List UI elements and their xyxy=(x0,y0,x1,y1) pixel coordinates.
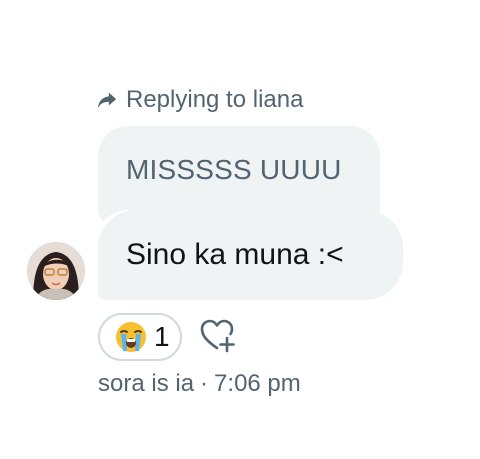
reply-arrow-icon xyxy=(96,89,118,111)
loudly-crying-face-icon xyxy=(114,320,148,354)
reaction-pill[interactable]: 1 xyxy=(98,313,182,361)
quoted-message-text: MISSSSS UUUU xyxy=(126,154,342,185)
reaction-count: 1 xyxy=(154,321,170,352)
reply-context[interactable]: Replying to liana xyxy=(96,84,303,116)
avatar[interactable] xyxy=(27,242,85,300)
heart-plus-icon xyxy=(199,317,237,358)
add-reaction-button[interactable] xyxy=(198,318,238,356)
message-timestamp: 7:06 pm xyxy=(214,370,301,397)
meta-separator: · xyxy=(200,370,209,397)
sender-name: sora is ia xyxy=(98,370,195,397)
message-meta: sora is ia · 7:06 pm xyxy=(98,370,301,398)
reply-context-label: Replying to liana xyxy=(126,86,304,113)
message-text: Sino ka muna :< xyxy=(126,238,344,271)
dm-conversation: Replying to liana MISSSSS UUUU Sino ka m… xyxy=(0,0,480,459)
message-bubble[interactable]: Sino ka muna :< xyxy=(98,210,403,300)
